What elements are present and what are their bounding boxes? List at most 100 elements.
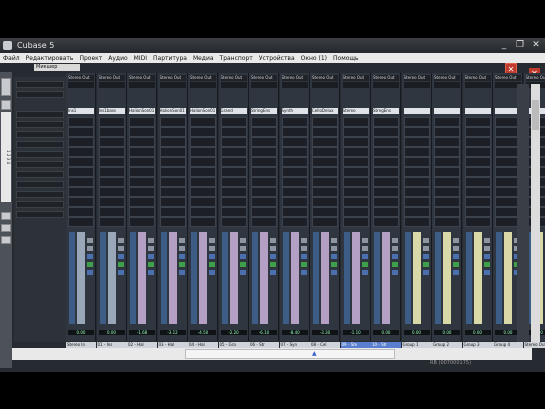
insert-slot[interactable]	[403, 157, 430, 167]
insert-slot[interactable]	[190, 127, 216, 137]
insert-slot[interactable]	[312, 127, 338, 137]
read-automation-button[interactable]	[331, 262, 337, 267]
write-automation-button[interactable]	[483, 270, 490, 275]
channel-name-label[interactable]	[403, 108, 430, 114]
insert-slot[interactable]	[129, 207, 155, 217]
vertical-scroll-thumb[interactable]	[532, 100, 539, 130]
volume-fader[interactable]	[351, 232, 360, 324]
volume-fader[interactable]	[290, 232, 299, 324]
insert-slot[interactable]	[129, 217, 155, 227]
insert-slot[interactable]	[159, 177, 186, 187]
write-automation-button[interactable]	[209, 270, 215, 275]
common-control[interactable]	[16, 161, 64, 168]
mute-solo-button[interactable]	[300, 238, 307, 243]
menu-media[interactable]: Медиа	[193, 55, 214, 62]
insert-slot[interactable]	[373, 117, 399, 127]
input-routing-select[interactable]	[98, 82, 125, 88]
menu-score[interactable]: Партитура	[153, 55, 187, 62]
channel-name-label[interactable]: Stereo	[342, 108, 369, 114]
insert-slot[interactable]	[68, 127, 94, 137]
volume-fader[interactable]	[443, 232, 451, 324]
write-automation-button[interactable]	[178, 270, 185, 275]
insert-slot[interactable]	[159, 157, 186, 167]
output-routing-select[interactable]: Stereo Out	[68, 75, 94, 81]
mute-solo-button[interactable]	[117, 238, 124, 243]
common-control[interactable]	[16, 171, 64, 178]
insert-slot[interactable]	[281, 187, 308, 197]
insert-slot[interactable]	[312, 117, 338, 127]
write-automation-button[interactable]	[239, 254, 246, 259]
insert-slot[interactable]	[342, 217, 369, 227]
insert-slot[interactable]	[373, 177, 399, 187]
insert-slot[interactable]	[129, 167, 155, 177]
insert-slot[interactable]	[312, 187, 338, 197]
write-automation-button[interactable]	[270, 254, 276, 259]
volume-fader[interactable]	[412, 232, 421, 324]
insert-slot[interactable]	[159, 217, 186, 227]
insert-slot[interactable]	[129, 187, 155, 197]
insert-slot[interactable]	[464, 127, 491, 137]
volume-value[interactable]: 0.00	[373, 330, 399, 335]
read-automation-button[interactable]	[87, 262, 93, 267]
insert-slot[interactable]	[68, 217, 94, 227]
common-control[interactable]	[16, 151, 64, 158]
insert-slot[interactable]	[68, 167, 94, 177]
output-routing-select[interactable]: Stereo Out	[403, 75, 430, 81]
mute-solo-button[interactable]	[270, 238, 276, 243]
read-automation-button[interactable]	[361, 262, 368, 267]
output-routing-select[interactable]: Stereo Out	[342, 75, 369, 81]
insert-slot[interactable]	[251, 187, 277, 197]
input-routing-select[interactable]	[190, 82, 216, 88]
read-automation-button[interactable]	[392, 262, 398, 267]
channel-name-label[interactable]: HalionSon01	[190, 108, 216, 114]
insert-slot[interactable]	[281, 217, 308, 227]
insert-slot[interactable]	[281, 127, 308, 137]
insert-slot[interactable]	[129, 177, 155, 187]
mixer-tab[interactable]: Микшер	[34, 64, 80, 71]
insert-slot[interactable]	[312, 177, 338, 187]
minimize-button[interactable]: _	[499, 40, 509, 50]
input-routing-select[interactable]	[251, 82, 277, 88]
channel-name-label[interactable]: Synth	[281, 108, 308, 114]
output-routing-select[interactable]: Stereo Out	[220, 75, 247, 81]
insert-slot[interactable]	[373, 197, 399, 207]
insert-slot[interactable]	[464, 187, 491, 197]
read-automation-button[interactable]	[117, 262, 124, 267]
mute-solo-button[interactable]	[148, 246, 154, 251]
insert-slot[interactable]	[251, 217, 277, 227]
insert-slot[interactable]	[342, 127, 369, 137]
input-routing-select[interactable]	[403, 82, 430, 88]
input-routing-select[interactable]	[342, 82, 369, 88]
mute-solo-button[interactable]	[178, 246, 185, 251]
common-control[interactable]	[16, 131, 64, 138]
insert-slot[interactable]	[129, 137, 155, 147]
insert-slot[interactable]	[373, 127, 399, 137]
volume-fader[interactable]	[504, 232, 512, 324]
insert-slot[interactable]	[373, 147, 399, 157]
channel-name-label[interactable]: HalionSon01	[129, 108, 155, 114]
insert-slot[interactable]	[98, 197, 125, 207]
menu-help[interactable]: Помощь	[333, 55, 359, 62]
insert-slot[interactable]	[403, 127, 430, 137]
insert-slot[interactable]	[251, 147, 277, 157]
volume-value[interactable]: -1.10	[342, 330, 369, 335]
insert-slot[interactable]	[159, 187, 186, 197]
mute-solo-button[interactable]	[209, 246, 215, 251]
read-automation-button[interactable]	[453, 262, 459, 267]
insert-slot[interactable]	[98, 177, 125, 187]
write-automation-button[interactable]	[300, 254, 307, 259]
insert-slot[interactable]	[68, 197, 94, 207]
insert-slot[interactable]	[342, 117, 369, 127]
common-control[interactable]	[16, 191, 64, 198]
volume-fader[interactable]	[260, 232, 268, 324]
menu-audio[interactable]: Аудио	[108, 55, 127, 62]
insert-slot[interactable]	[190, 197, 216, 207]
insert-slot[interactable]	[159, 147, 186, 157]
insert-slot[interactable]	[464, 167, 491, 177]
maximize-button[interactable]: ❐	[515, 40, 525, 50]
mute-solo-button[interactable]	[453, 238, 459, 243]
insert-slot[interactable]	[220, 157, 247, 167]
mute-solo-button[interactable]	[270, 246, 276, 251]
insert-slot[interactable]	[190, 147, 216, 157]
insert-slot[interactable]	[220, 217, 247, 227]
